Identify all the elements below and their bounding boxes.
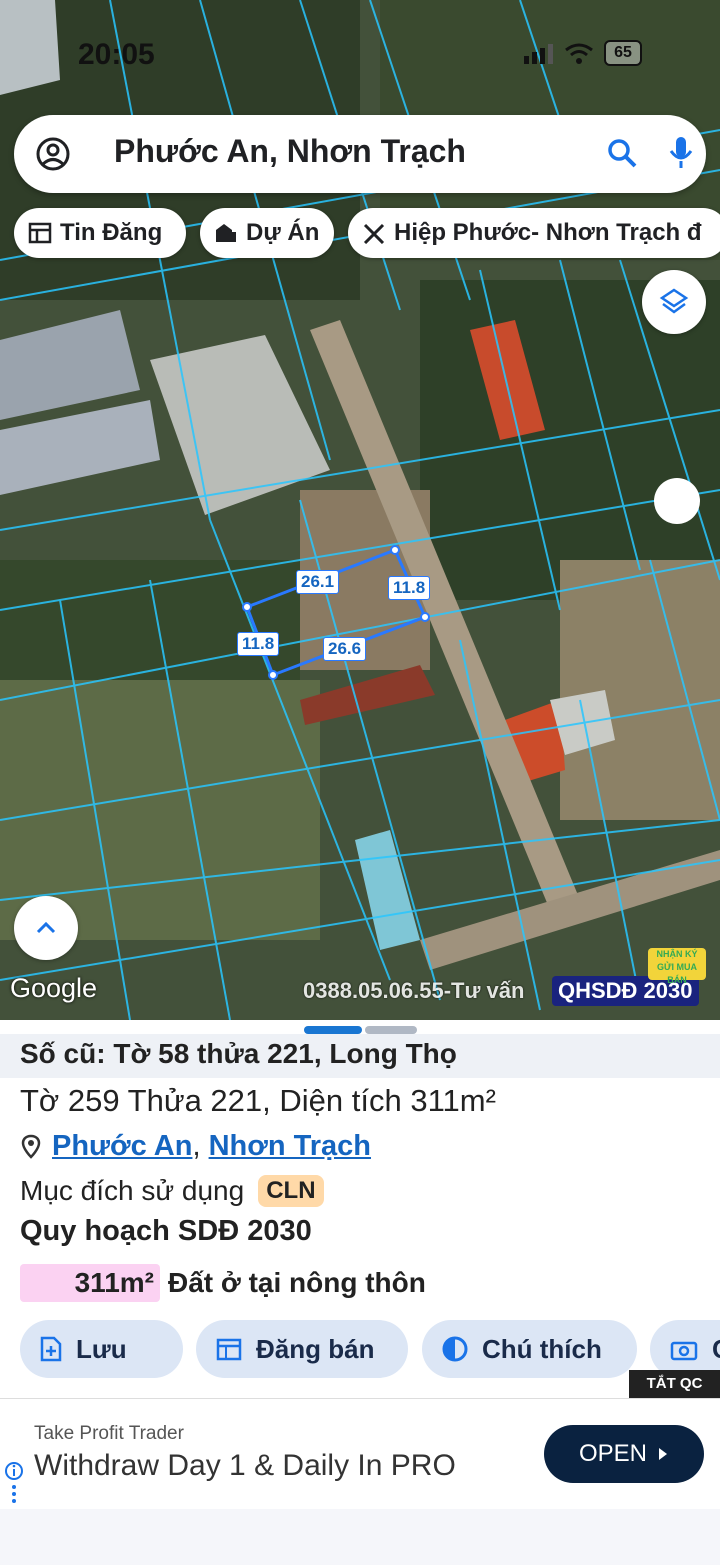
play-arrow-icon <box>659 1448 667 1460</box>
ad-open-button[interactable]: OPEN <box>544 1425 704 1483</box>
parcel-location: Phước An, Nhơn Trạch <box>20 1130 371 1163</box>
plan-title: Quy hoạch SDĐ 2030 <box>20 1215 312 1247</box>
ad-info-icon[interactable] <box>4 1461 24 1509</box>
chip-region[interactable]: Hiệp Phước- Nhơn Trạch đ <box>348 208 720 258</box>
layers-icon <box>659 288 689 314</box>
ad-headline[interactable]: Withdraw Day 1 & Daily In PRO <box>34 1449 456 1483</box>
legend-button[interactable]: Chú thích <box>422 1320 637 1378</box>
search-bar[interactable]: Phước An, Nhơn Trạch <box>14 115 706 193</box>
status-icons: 65 <box>524 40 642 66</box>
district-link[interactable]: Nhơn Trạch <box>209 1130 371 1163</box>
account-icon[interactable] <box>36 137 70 171</box>
post-sale-button[interactable]: Đăng bán <box>196 1320 408 1378</box>
microphone-icon[interactable] <box>668 135 694 171</box>
expand-up-button[interactable] <box>14 896 78 960</box>
status-bar: 20:05 65 <box>0 28 720 78</box>
calendar-icon <box>216 1337 242 1361</box>
sheet-handle-inactive[interactable] <box>365 1026 417 1034</box>
search-icon[interactable] <box>606 137 638 169</box>
wifi-icon <box>565 43 593 64</box>
old-parcel-id: Số cũ: Tờ 58 thửa 221, Long Thọ <box>20 1038 457 1069</box>
battery-indicator: 65 <box>604 40 642 66</box>
bottom-spacer <box>0 1509 720 1565</box>
plan-land-type: Đất ở tại nông thôn <box>168 1267 426 1298</box>
dimension-right: 11.8 <box>388 576 431 600</box>
status-time: 20:05 <box>78 38 155 71</box>
location-pin-icon <box>21 1134 41 1159</box>
save-icon <box>40 1336 62 1362</box>
chip-listings[interactable]: Tin Đăng <box>14 208 186 258</box>
old-parcel-header: Số cũ: Tờ 58 thửa 221, Long Thọ <box>0 1034 720 1078</box>
tools-icon <box>362 222 386 244</box>
parcel-summary: Tờ 259 Thửa 221, Diện tích 311m² <box>20 1083 496 1118</box>
camera-label: C <box>712 1334 720 1365</box>
purpose-code-badge: CLN <box>258 1175 324 1207</box>
sheet-handle-active[interactable] <box>304 1026 362 1034</box>
dimension-bottom: 26.6 <box>323 637 367 661</box>
floating-handle-button[interactable] <box>654 478 700 524</box>
chip-label: Hiệp Phước- Nhơn Trạch đ <box>394 219 702 246</box>
brand-logo: NHẬN KÝ GỬI MUA BÁN <box>648 948 706 985</box>
purpose-label: Mục đích sử dụng <box>20 1175 245 1206</box>
google-attribution: Google <box>10 973 98 1003</box>
search-query[interactable]: Phước An, Nhơn Trạch <box>114 133 466 170</box>
legend-icon <box>442 1336 468 1362</box>
chevron-up-icon <box>36 921 56 934</box>
building-icon <box>214 222 238 244</box>
location-separator: , <box>192 1130 201 1162</box>
post-sale-label: Đăng bán <box>256 1333 375 1364</box>
dimension-top: 26.1 <box>296 570 340 594</box>
logo-text: NHẬN KÝ GỬI MUA BÁN <box>656 949 698 985</box>
save-label: Lưu <box>76 1333 127 1364</box>
camera-icon <box>670 1337 698 1361</box>
dimension-left: 11.8 <box>237 632 280 656</box>
ad-banner[interactable]: Take Profit Trader Withdraw Day 1 & Dail… <box>0 1398 720 1510</box>
save-button[interactable]: Lưu <box>20 1320 183 1378</box>
ad-open-label: OPEN <box>578 1440 647 1467</box>
plan-area-row: 311m² Đất ở tại nông thôn <box>20 1264 426 1302</box>
ad-sponsor: Take Profit Trader <box>34 1423 184 1444</box>
signal-icon <box>524 44 553 64</box>
chip-projects[interactable]: Dự Án <box>200 208 334 258</box>
phone-watermark: 0388.05.06.55-Tư vấn <box>303 978 525 1003</box>
chip-label: Tin Đăng <box>60 219 163 246</box>
ward-link[interactable]: Phước An <box>52 1130 192 1163</box>
listing-icon <box>28 222 52 244</box>
hide-ads-button[interactable]: TẮT QC <box>629 1370 720 1398</box>
plan-area-value: 311m² <box>20 1264 160 1302</box>
legend-label: Chú thích <box>482 1333 602 1364</box>
chip-label: Dự Án <box>246 219 320 246</box>
land-purpose-row: Mục đích sử dụng CLN <box>20 1175 324 1207</box>
layers-button[interactable] <box>642 270 706 334</box>
